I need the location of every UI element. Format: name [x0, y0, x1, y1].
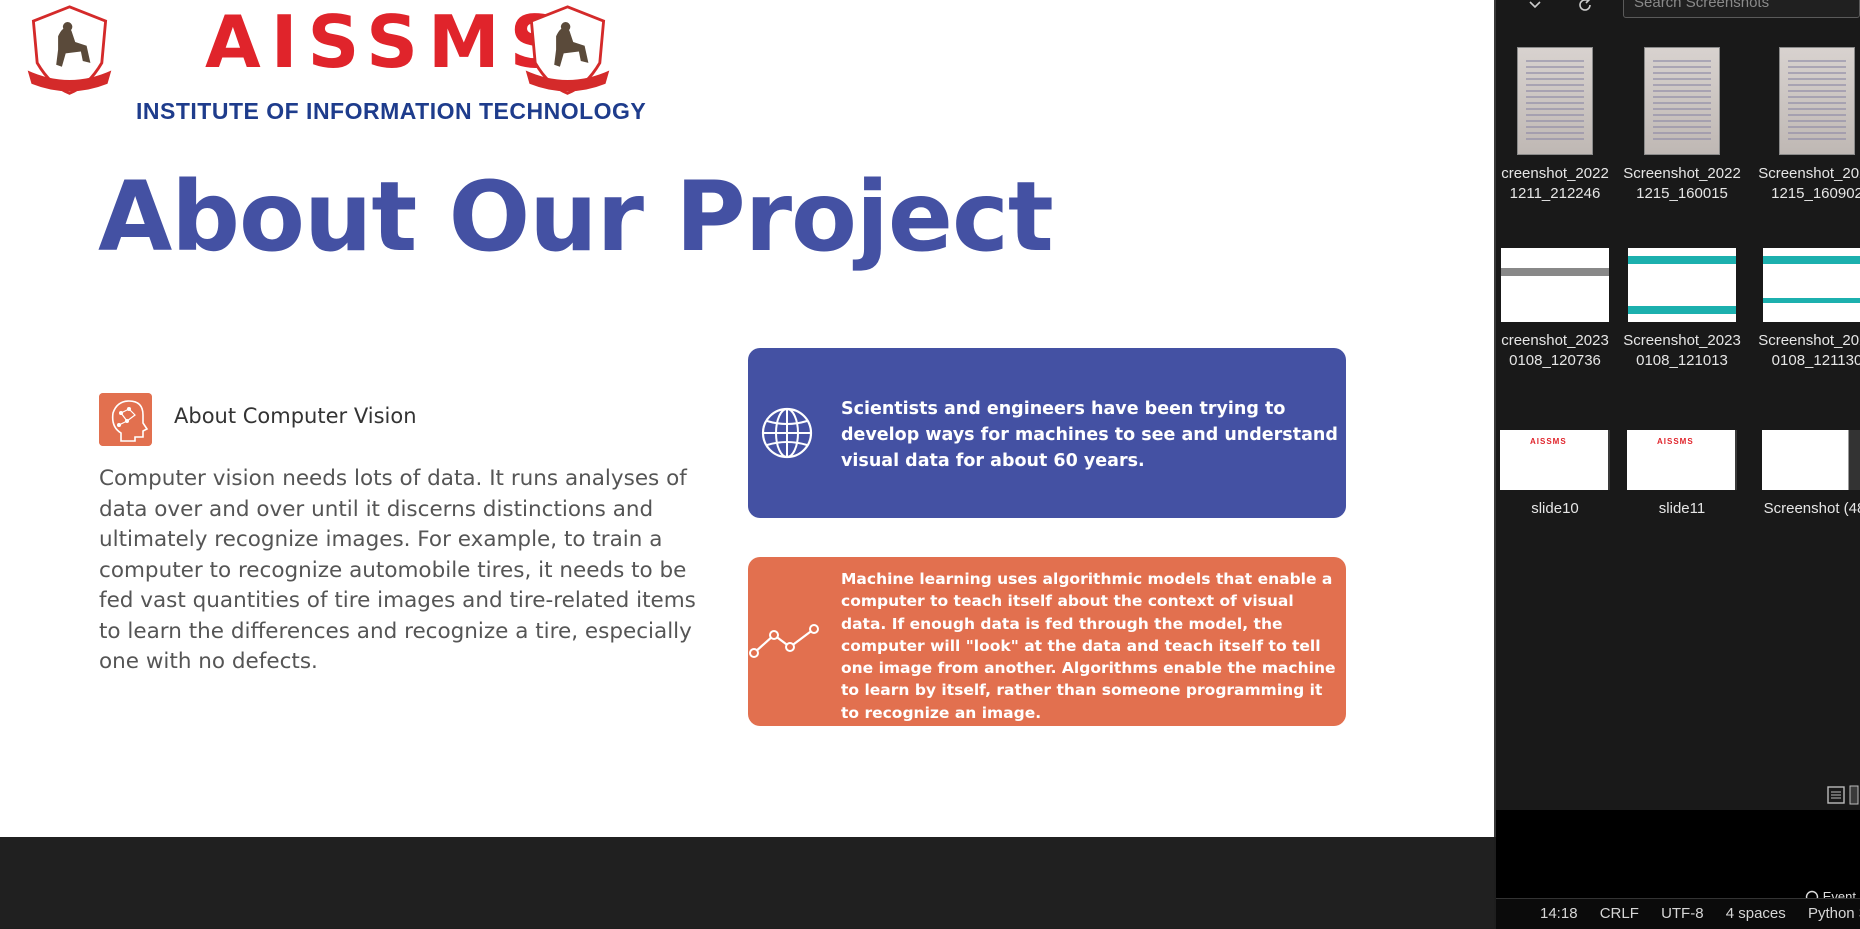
file-name-line2: 1215_160902: [1771, 185, 1860, 202]
file-item[interactable]: creenshot_2023 0108_120736: [1496, 248, 1622, 371]
info-card-machine-learning: Machine learning uses algorithmic models…: [748, 557, 1346, 726]
horse-rider-emblem-icon: [525, 5, 610, 95]
card-history-text: Scientists and engineers have been tryin…: [841, 399, 1338, 471]
file-name-line1: slide11: [1658, 500, 1706, 517]
institute-logo: AISSMS INSTITUTE OF INFORMATION TECHNOLO…: [20, 0, 720, 130]
details-view-icon[interactable]: [1826, 784, 1860, 806]
logo-subtitle: INSTITUTE OF INFORMATION TECHNOLOGY: [136, 98, 647, 124]
ai-brain-icon: [99, 393, 152, 446]
presentation-slide: AISSMS INSTITUTE OF INFORMATION TECHNOLO…: [0, 0, 1496, 837]
cursor-position[interactable]: 14:18: [1540, 899, 1578, 929]
search-input[interactable]: Search Screenshots: [1623, 0, 1860, 18]
file-thumbnail: [1763, 248, 1860, 322]
logo-title: AISSMS: [205, 0, 572, 84]
horse-rider-emblem-icon: [27, 5, 112, 95]
file-explorer-panel: Search Screenshots creenshot_2022 1211_21…: [1496, 0, 1860, 810]
file-name-line2: 0108_121013: [1636, 352, 1728, 369]
file-name-line2: 1215_160015: [1636, 185, 1728, 202]
page-title: About Our Project: [98, 161, 1054, 273]
file-name-line1: creenshot_2023: [1501, 332, 1609, 349]
line-ending[interactable]: CRLF: [1600, 899, 1639, 929]
file-thumbnail: [1517, 47, 1593, 155]
file-name-line1: Screenshot_2023: [1623, 332, 1741, 349]
file-name-line1: Screenshot_2023: [1758, 332, 1860, 349]
cv-heading: About Computer Vision: [174, 404, 417, 428]
slide-footer-area: [0, 837, 1494, 928]
refresh-icon[interactable]: [1576, 0, 1594, 14]
language-interpreter[interactable]: Python 3.9 (ver: [1808, 899, 1860, 929]
file-thumbnail: [1779, 47, 1855, 155]
file-thumbnail: [1762, 430, 1860, 490]
chevron-down-icon[interactable]: [1528, 0, 1542, 12]
file-name-line1: creenshot_2022: [1501, 165, 1609, 182]
file-name-line2: 0108_120736: [1509, 352, 1601, 369]
file-name-line1: Screenshot (48): [1763, 500, 1860, 517]
file-thumbnail: [1644, 47, 1720, 155]
file-item[interactable]: AISSMS slide10: [1496, 430, 1622, 519]
file-thumbnail: [1501, 248, 1609, 322]
file-thumbnail: [1628, 248, 1736, 322]
file-encoding[interactable]: UTF-8: [1661, 899, 1704, 929]
file-name-line1: Screenshot_2022: [1623, 165, 1741, 182]
file-name-line1: slide10: [1531, 500, 1579, 517]
file-item[interactable]: Screenshot_2022 1215_160902: [1750, 47, 1860, 204]
file-item[interactable]: Screenshot (48): [1750, 430, 1860, 519]
card-machine-learning-text: Machine learning uses algorithmic models…: [841, 570, 1336, 722]
indent-setting[interactable]: 4 spaces: [1726, 899, 1786, 929]
line-graph-icon: [749, 624, 819, 658]
file-item[interactable]: creenshot_2022 1211_212246: [1496, 47, 1622, 204]
status-bar: 14:18 CRLF UTF-8 4 spaces Python 3.9 (ve…: [1496, 898, 1860, 929]
file-name-line2: 0108_121130: [1771, 352, 1860, 369]
file-item[interactable]: Screenshot_2023 0108_121130: [1750, 248, 1860, 371]
events-panel: Event: [1496, 810, 1860, 904]
file-name-line2: 1211_212246: [1509, 185, 1601, 202]
file-item[interactable]: Screenshot_2023 0108_121013: [1615, 248, 1749, 371]
explorer-toolbar: Search Screenshots: [1496, 0, 1860, 22]
file-item[interactable]: Screenshot_2022 1215_160015: [1615, 47, 1749, 204]
info-card-history: Scientists and engineers have been tryin…: [748, 348, 1346, 518]
file-thumbnail: AISSMS: [1627, 430, 1737, 490]
file-name-line1: Screenshot_2022: [1758, 165, 1860, 182]
file-item[interactable]: AISSMS slide11: [1615, 430, 1749, 519]
globe-icon: [761, 407, 813, 459]
file-thumbnail: AISSMS: [1500, 430, 1610, 490]
cv-body-text: Computer vision needs lots of data. It r…: [99, 466, 696, 674]
